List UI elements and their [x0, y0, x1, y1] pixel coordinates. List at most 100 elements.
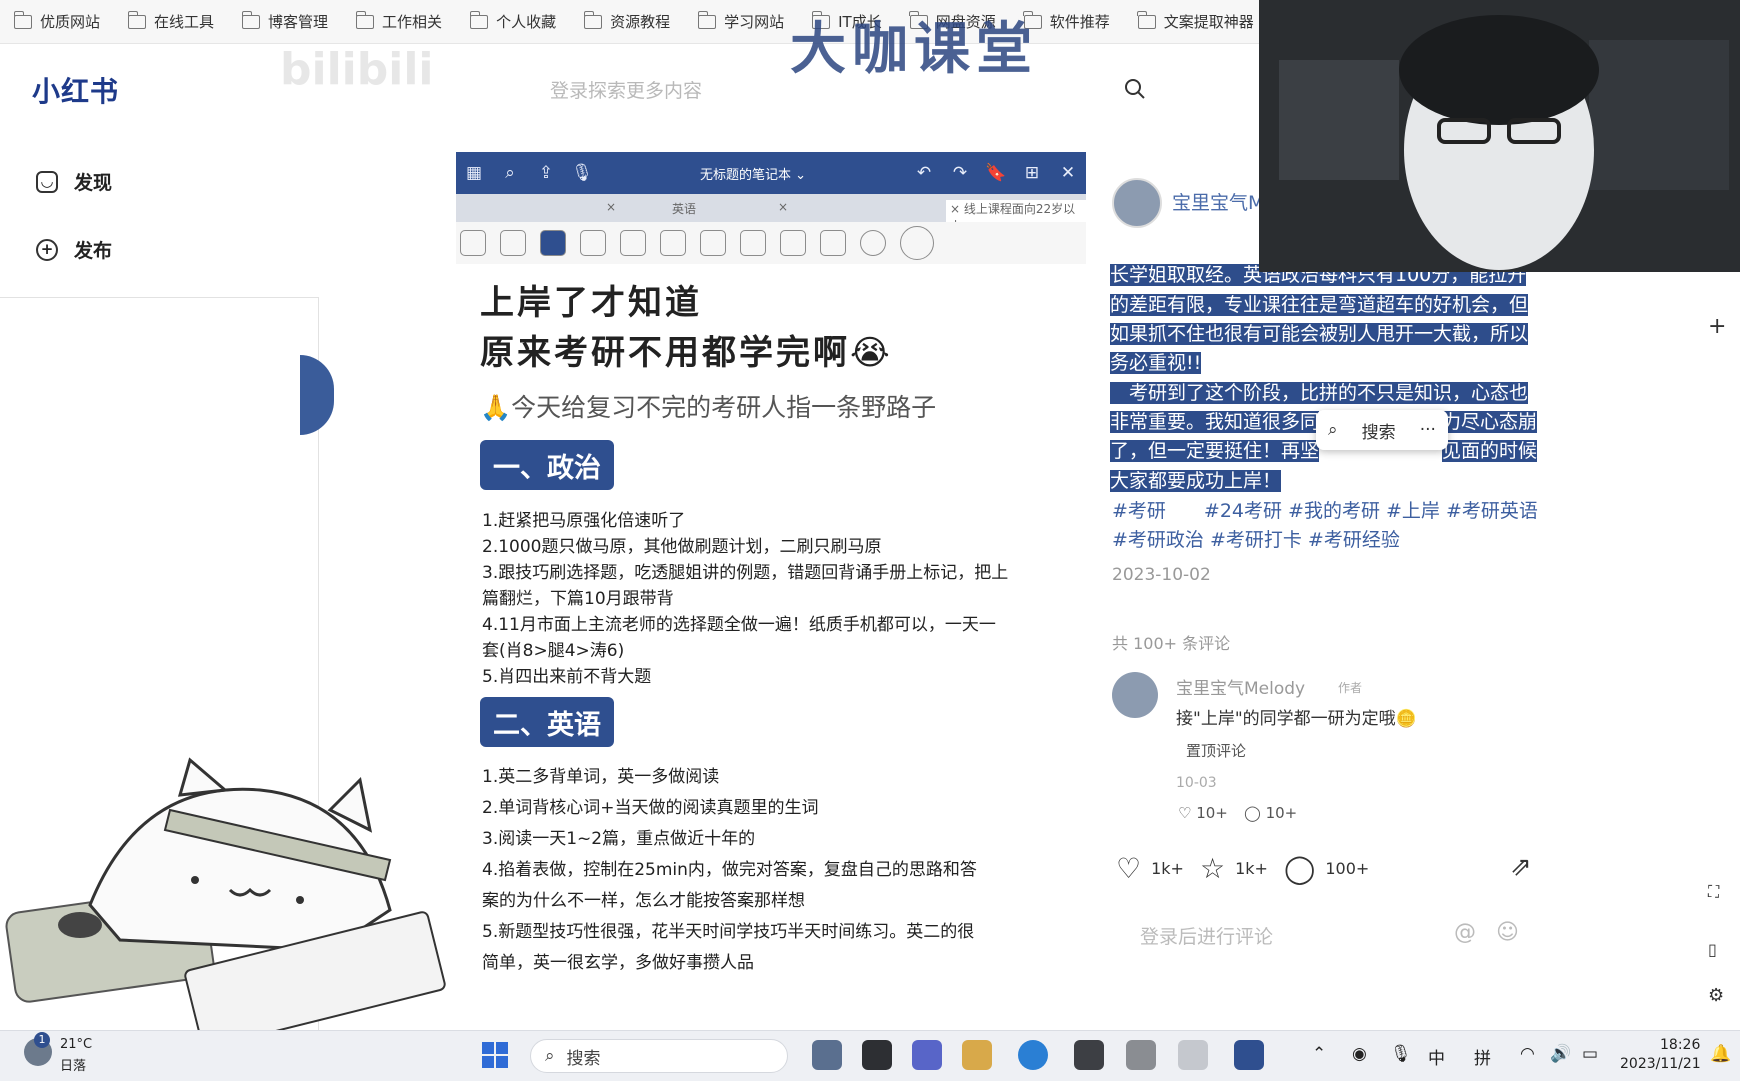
- bookmark-folder[interactable]: 个人收藏: [469, 10, 556, 32]
- size-circle-icon[interactable]: [900, 226, 934, 260]
- qr-icon[interactable]: ⛶: [1708, 882, 1719, 902]
- bookmark-folder[interactable]: 在线工具: [127, 10, 214, 32]
- undo-icon[interactable]: ↶: [906, 163, 942, 183]
- bookmark-icon[interactable]: 🔖: [978, 163, 1014, 183]
- like-button[interactable]: ♡ 1k+: [1116, 852, 1184, 885]
- lasso-icon[interactable]: [460, 230, 486, 256]
- mention-icon[interactable]: @: [1454, 920, 1476, 945]
- publish-icon: +: [36, 238, 58, 261]
- popup-more-button[interactable]: ···: [1420, 420, 1436, 440]
- share-icon: ⇗: [1510, 852, 1532, 882]
- bookmark-folder[interactable]: 学习网站: [697, 10, 784, 32]
- start-icon[interactable]: [482, 1042, 508, 1068]
- tab-english[interactable]: 英语: [672, 200, 696, 217]
- note-subtitle: 🙏今天给复习不完的考研人指一条野路子: [480, 393, 937, 422]
- emoji-icon[interactable]: ☺: [1496, 920, 1519, 945]
- bookmark-label: 工作相关: [382, 13, 443, 31]
- clock-date[interactable]: 2023/11/21: [1620, 1056, 1701, 1072]
- add-page-icon[interactable]: ⊞: [1014, 163, 1050, 183]
- post-tags[interactable]: #考研 #24考研 #我的考研 #上岸 #考研英语: [1112, 496, 1538, 523]
- mic-icon[interactable]: 🎙: [564, 163, 600, 183]
- wifi-icon[interactable]: ◠: [1520, 1044, 1535, 1064]
- section-politics: 一、政治: [480, 440, 614, 490]
- image-icon[interactable]: [740, 230, 766, 256]
- pen-icon[interactable]: [500, 230, 526, 256]
- collect-button[interactable]: ☆ 1k+: [1200, 852, 1268, 885]
- teams-icon[interactable]: [912, 1040, 942, 1070]
- post-text-line: 非常重要。我知道很多同: [1110, 411, 1320, 433]
- tab-close-icon[interactable]: ×: [778, 200, 788, 214]
- share-button[interactable]: ⇗: [1510, 852, 1532, 882]
- search-icon[interactable]: [1124, 78, 1146, 100]
- share-icon[interactable]: ⇪: [528, 163, 564, 183]
- comment-avatar[interactable]: [1112, 672, 1158, 718]
- app-icon[interactable]: [1178, 1040, 1208, 1070]
- eraser-icon[interactable]: [540, 230, 566, 256]
- chat-icon: ◯: [1284, 852, 1316, 885]
- app-icon[interactable]: [1074, 1040, 1104, 1070]
- notification-bell-icon[interactable]: 🔔: [1710, 1044, 1731, 1064]
- comment-username[interactable]: 宝里宝气Melody: [1176, 674, 1305, 699]
- app-icon[interactable]: [862, 1040, 892, 1070]
- comment-reply-button[interactable]: ◯ 10+: [1244, 804, 1297, 822]
- notepad-icon[interactable]: [1126, 1040, 1156, 1070]
- file-explorer-icon[interactable]: [962, 1040, 992, 1070]
- highlighter-icon[interactable]: [580, 230, 606, 256]
- comment-like-button[interactable]: ♡ 10+: [1178, 804, 1228, 822]
- battery-icon[interactable]: ▭: [1582, 1044, 1598, 1064]
- ime-language[interactable]: 中: [1428, 1044, 1445, 1069]
- comment-input[interactable]: 登录后进行评论: [1140, 922, 1273, 949]
- webcam-overlay: [1259, 0, 1740, 272]
- tab-close-icon[interactable]: ×: [606, 200, 616, 214]
- chevron-up-icon[interactable]: ⌃: [1312, 1044, 1326, 1064]
- bookmark-folder[interactable]: 资源教程: [583, 10, 671, 32]
- settings-icon[interactable]: ⚙: [1708, 985, 1724, 1006]
- author-name[interactable]: 宝里宝气M: [1172, 188, 1264, 215]
- popup-search-button[interactable]: 搜索: [1362, 418, 1396, 443]
- taskbar-search-label: 搜索: [566, 1048, 601, 1069]
- nav-discover[interactable]: ◡ 发现: [36, 168, 112, 195]
- mic-icon[interactable]: 🎙: [1390, 1044, 1412, 1064]
- premiere-icon[interactable]: [812, 1040, 842, 1070]
- note-title: 上岸了才知道 原来考研不用都学完啊😭: [480, 278, 893, 378]
- grid-icon[interactable]: ▦: [456, 163, 492, 183]
- search-icon[interactable]: ⌕: [1328, 420, 1338, 440]
- color-circle-icon[interactable]: [860, 230, 886, 256]
- english-line: 5.新题型技巧性很强，花半天时间学技巧半天时间练习。英二的很: [482, 922, 975, 942]
- link-icon[interactable]: [820, 230, 846, 256]
- politics-line: 5.肖四出来前不背大题: [482, 667, 652, 687]
- taskbar-search[interactable]: ⌕ 搜索: [530, 1039, 788, 1073]
- sticker-icon[interactable]: [700, 230, 726, 256]
- bookmark-label: 资源教程: [610, 13, 671, 31]
- comment-button[interactable]: ◯ 100+: [1284, 852, 1369, 885]
- clock-time[interactable]: 18:26: [1660, 1037, 1700, 1053]
- redo-icon[interactable]: ↷: [942, 163, 978, 183]
- search-input[interactable]: 登录探索更多内容: [550, 76, 702, 103]
- close-icon[interactable]: ✕: [1050, 163, 1086, 183]
- lasso-select-icon[interactable]: [660, 230, 686, 256]
- search-icon[interactable]: ⌕: [492, 163, 528, 183]
- add-icon[interactable]: +: [1708, 314, 1726, 339]
- volume-icon[interactable]: 🔊: [1550, 1044, 1571, 1064]
- post-text-line: 如果抓不住也很有可能会被别人甩开一大截，所以: [1110, 323, 1529, 345]
- folder-icon: [13, 10, 32, 29]
- weather-temperature[interactable]: 21°C: [60, 1037, 92, 1052]
- weather-description[interactable]: 日落: [60, 1055, 86, 1074]
- author-avatar[interactable]: [1112, 178, 1162, 228]
- ime-mode[interactable]: 拼: [1474, 1044, 1491, 1069]
- text-icon[interactable]: [780, 230, 806, 256]
- shapes-icon[interactable]: [620, 230, 646, 256]
- nav-publish[interactable]: + 发布: [36, 236, 112, 263]
- bookmark-folder[interactable]: 博客管理: [241, 10, 328, 32]
- tray-app-icon[interactable]: ◉: [1352, 1044, 1367, 1064]
- edge-icon[interactable]: [1018, 1040, 1048, 1070]
- bookmark-folder[interactable]: 优质网站: [13, 10, 100, 32]
- post-tags[interactable]: #考研政治 #考研打卡 #考研经验: [1112, 525, 1400, 552]
- xhs-logo[interactable]: 小红书: [32, 70, 119, 110]
- sidebar-icon[interactable]: ▯: [1708, 940, 1717, 959]
- bookmark-folder[interactable]: 工作相关: [355, 10, 443, 32]
- notebook-title[interactable]: 无标题的笔记本 ⌄: [600, 164, 906, 183]
- bookmark-folder[interactable]: 文案提取神器: [1137, 10, 1254, 32]
- selection-popup: ⌕ 搜索 ···: [1316, 410, 1448, 450]
- phone-link-icon[interactable]: [1234, 1040, 1264, 1070]
